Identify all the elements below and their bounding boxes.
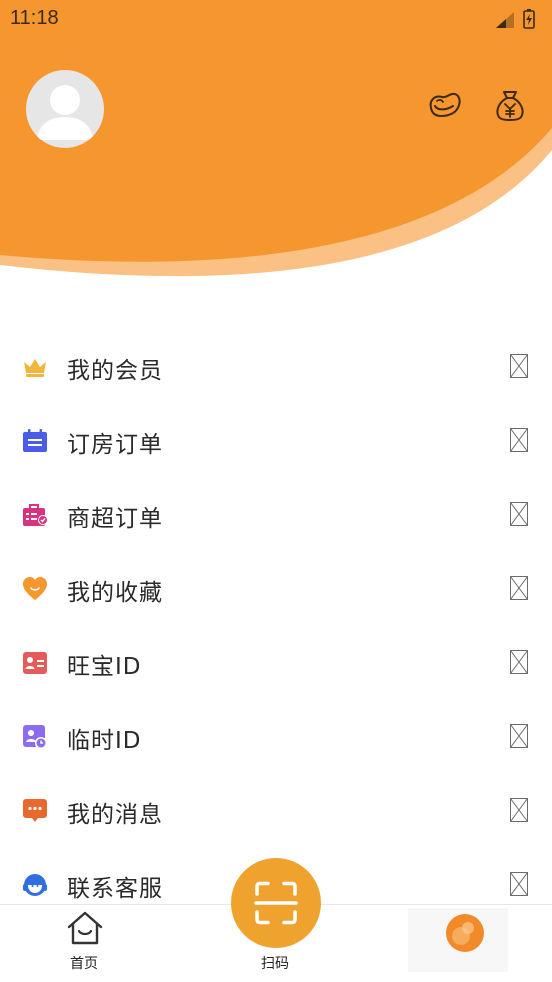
missing-image-icon — [510, 428, 528, 452]
calendar-icon — [23, 429, 47, 452]
menu-item-supermarket-orders[interactable]: 商超订单 — [0, 478, 552, 552]
header-background — [0, 0, 552, 277]
status-bar: 11:18 — [0, 0, 552, 38]
user-avatar-icon — [37, 85, 93, 140]
scan-label[interactable]: 扫码 — [261, 953, 289, 973]
menu-item-label: 商超订单 — [67, 506, 163, 532]
menu-item-temporary-id[interactable]: 临时ID — [0, 700, 552, 774]
menu-item-messages[interactable]: 我的消息 — [0, 774, 552, 848]
customer-service-icon — [23, 874, 47, 896]
missing-image-icon — [510, 354, 528, 378]
menu-item-favorites[interactable]: 我的收藏 — [0, 552, 552, 626]
menu-item-label: 我的会员 — [67, 358, 163, 384]
avatar[interactable] — [26, 70, 104, 148]
battery-icon — [523, 9, 535, 29]
menu-item-label: 临时ID — [67, 728, 142, 754]
message-icon — [23, 799, 47, 822]
money-bag-icon[interactable] — [491, 86, 529, 124]
signal-icon — [496, 12, 514, 28]
tab-home-label[interactable]: 首页 — [70, 953, 98, 973]
menu-item-label: 订房订单 — [67, 432, 163, 458]
scan-button[interactable] — [231, 858, 321, 948]
status-time: 11:18 — [10, 7, 59, 29]
menu-item-wangbao-id[interactable]: 旺宝ID — [0, 626, 552, 700]
menu-item-label: 我的消息 — [67, 802, 163, 828]
menu-item-label: 旺宝ID — [67, 654, 142, 680]
menu-item-label: 联系客服 — [67, 876, 163, 902]
floating-assistant-icon[interactable] — [408, 908, 508, 972]
scan-icon — [254, 881, 298, 925]
id-card-icon — [23, 652, 47, 674]
heart-icon — [23, 577, 47, 600]
menu-item-label: 我的收藏 — [67, 580, 163, 606]
crown-icon — [24, 359, 46, 377]
status-icons — [496, 9, 535, 29]
menu-item-membership[interactable]: 我的会员 — [0, 330, 552, 404]
missing-image-icon — [510, 872, 528, 896]
missing-image-icon — [510, 502, 528, 526]
missing-image-icon — [510, 650, 528, 674]
missing-image-icon — [510, 798, 528, 822]
home-icon[interactable] — [66, 910, 104, 946]
beans-icon[interactable] — [425, 86, 463, 124]
shopping-bag-icon — [23, 504, 48, 526]
temp-id-icon — [23, 725, 47, 749]
missing-image-icon — [510, 724, 528, 748]
missing-image-icon — [510, 576, 528, 600]
menu-item-room-orders[interactable]: 订房订单 — [0, 404, 552, 478]
